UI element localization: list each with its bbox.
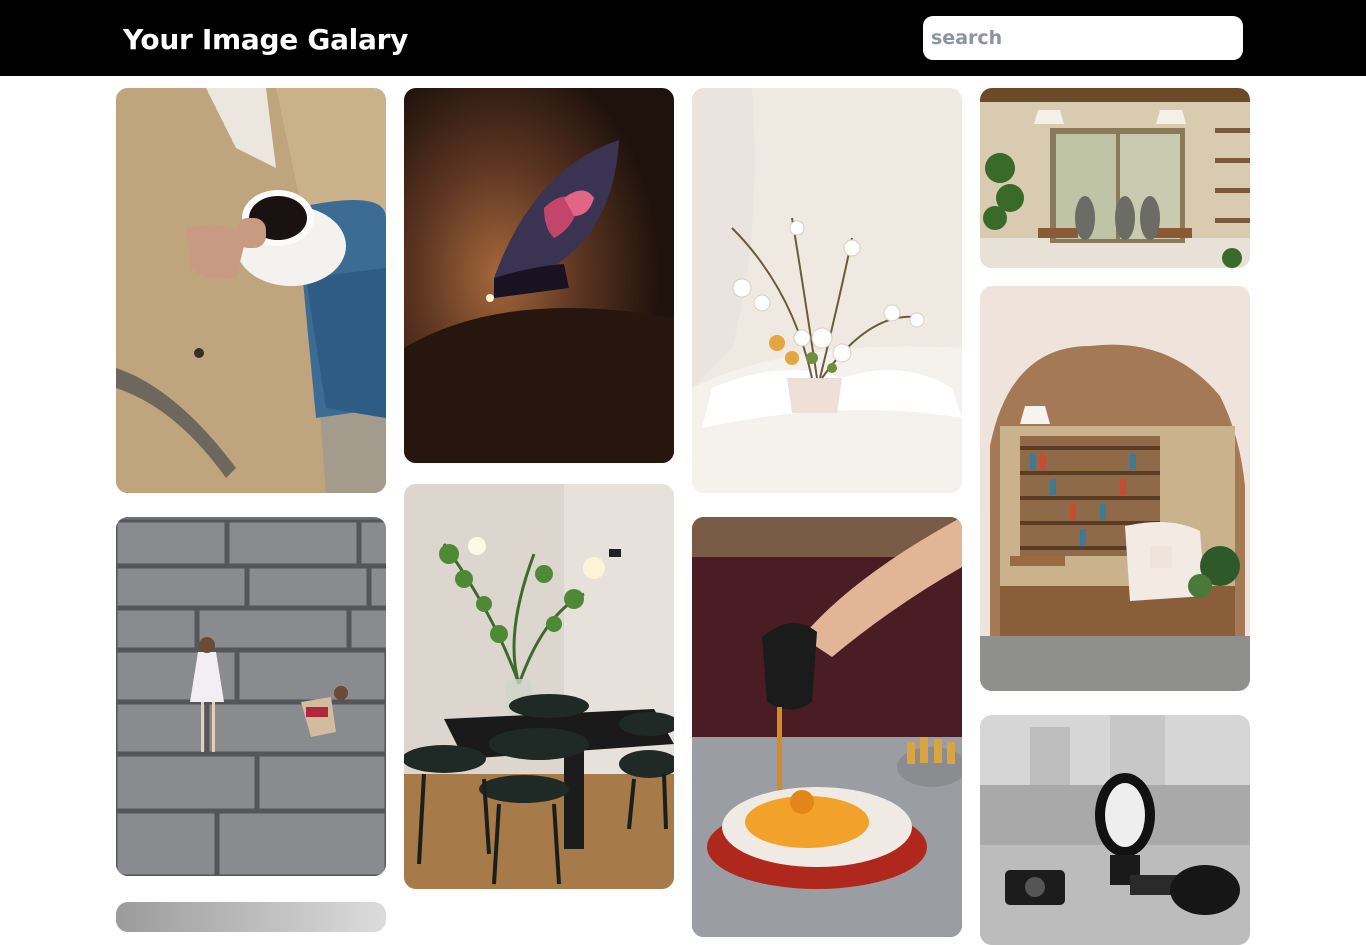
gallery-image-flower-arrangement[interactable] [692, 88, 962, 493]
kids-stone-wall-image [116, 517, 386, 876]
search-input[interactable] [923, 16, 1243, 60]
gallery-image-coffee-cup[interactable] [116, 88, 386, 493]
cave-night-sky-image [404, 88, 674, 463]
page-title: Your Image Galary [123, 23, 409, 56]
gallery-image-partial[interactable] [116, 902, 386, 932]
gallery-image-pouring-sauce[interactable] [692, 517, 962, 937]
dining-room-image [404, 484, 674, 889]
arched-bookshelf-image [980, 286, 1250, 691]
gallery-image-cave-night-sky[interactable] [404, 88, 674, 463]
gallery-image-kids-stone-wall[interactable] [116, 517, 386, 876]
partial-image [116, 902, 386, 932]
gallery-image-dining-room[interactable] [404, 484, 674, 889]
pouring-sauce-image [692, 517, 962, 937]
top-navigation-bar: Your Image Galary [0, 0, 1366, 76]
cafe-interior-image [980, 88, 1250, 268]
flower-arrangement-image [692, 88, 962, 493]
gallery-image-arched-bookshelf[interactable] [980, 286, 1250, 691]
gallery-image-cafe-interior[interactable] [980, 88, 1250, 268]
coffee-cup-image [116, 88, 386, 493]
